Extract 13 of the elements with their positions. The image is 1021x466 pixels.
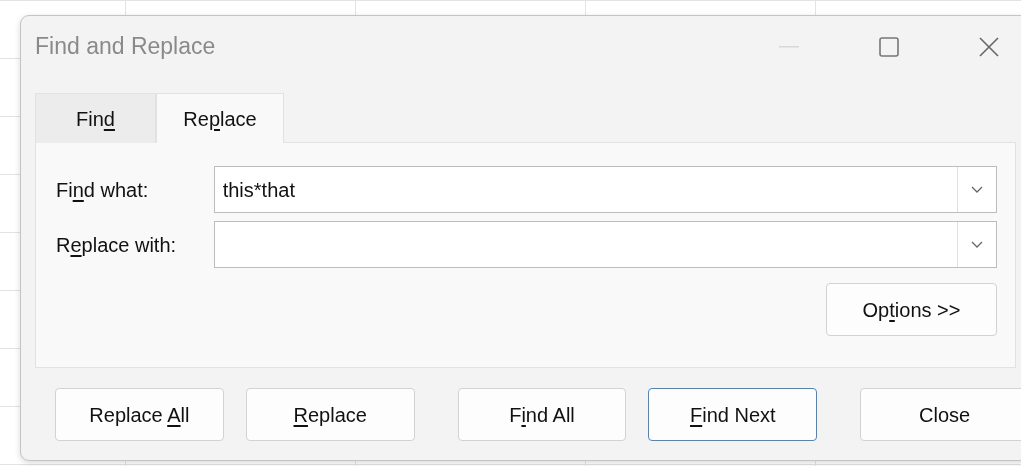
window-title: Find and Replace [35, 31, 216, 61]
maximize-icon[interactable] [879, 37, 899, 57]
tab[interactable]: Find [35, 93, 156, 143]
options-button[interactable]: Options >> [826, 283, 997, 336]
close-icon[interactable] [979, 37, 999, 57]
dialog-button[interactable]: Find All [457, 388, 627, 441]
tab[interactable]: Replace [156, 93, 284, 143]
dialog-button[interactable]: Find Next [648, 388, 818, 441]
dialog-button[interactable]: Replace [245, 388, 415, 441]
dialog-button[interactable]: Close [860, 388, 1021, 441]
dialog-button[interactable]: Replace All [55, 388, 224, 441]
field-label: Replace with: [56, 232, 178, 258]
field-label: Find what: [56, 177, 150, 203]
